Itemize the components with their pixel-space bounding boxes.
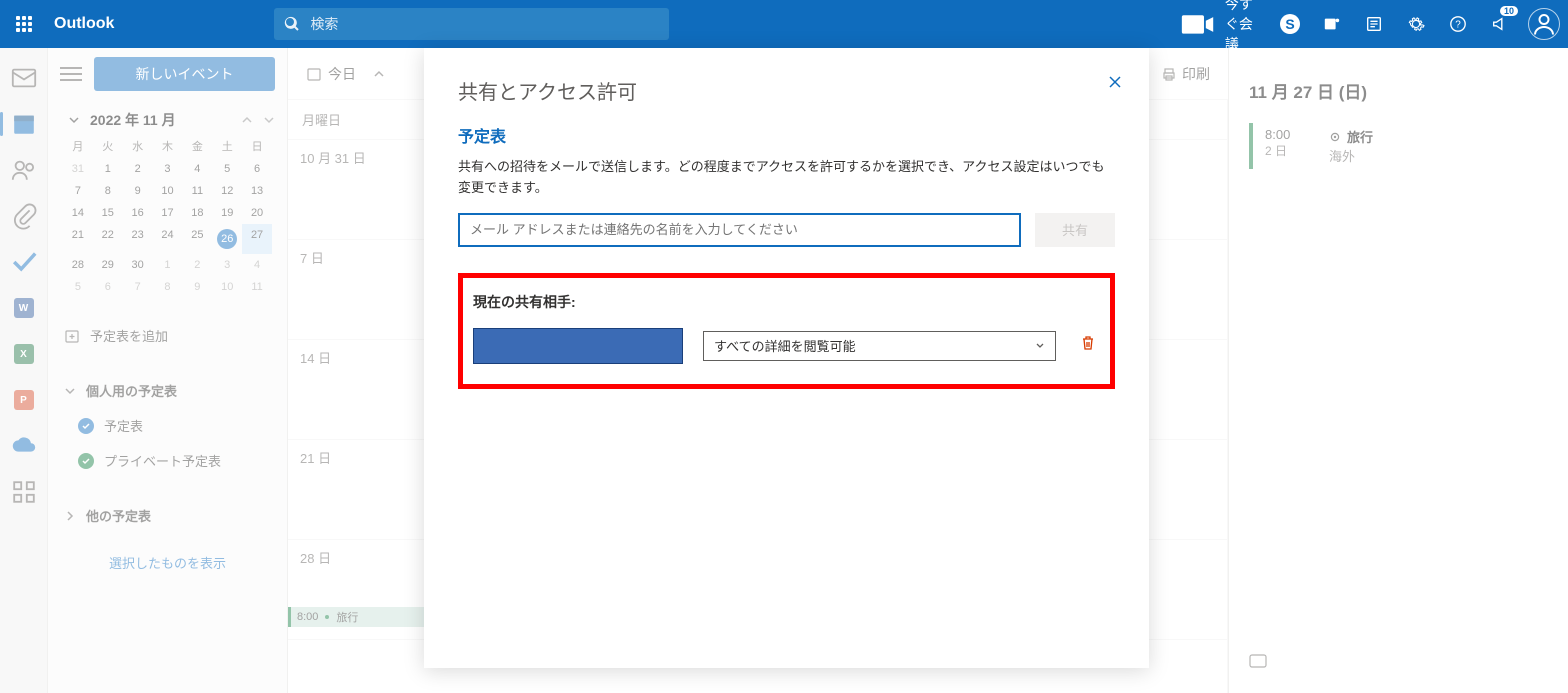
app-header: Outlook 今すぐ会議 S ? 10 (0, 0, 1568, 48)
chevron-down-icon (1035, 341, 1045, 351)
search-icon (284, 16, 300, 32)
teams-button[interactable] (1312, 0, 1352, 48)
email-input[interactable] (458, 213, 1021, 247)
svg-text:?: ? (1455, 20, 1461, 31)
share-submit-button[interactable]: 共有 (1035, 213, 1115, 247)
dialog-description: 共有への招待をメールで送信します。どの程度までアクセスを許可するかを選択でき、ア… (458, 157, 1115, 199)
share-permissions-dialog: 共有とアクセス許可 予定表 共有への招待をメールで送信します。どの程度までアクセ… (424, 48, 1149, 668)
megaphone-icon (1491, 15, 1509, 33)
search-box[interactable] (274, 8, 669, 40)
meet-now-label: 今すぐ会議 (1225, 0, 1258, 54)
notification-count: 10 (1500, 6, 1518, 16)
dialog-subtitle: 予定表 (458, 123, 1115, 147)
app-launcher-button[interactable] (0, 0, 48, 48)
trash-icon (1080, 335, 1096, 351)
dialog-title: 共有とアクセス許可 (458, 76, 1115, 105)
person-icon (1529, 9, 1559, 39)
meet-now-button[interactable]: 今すぐ会議 (1170, 0, 1268, 54)
gear-icon (1407, 15, 1425, 33)
settings-button[interactable] (1396, 0, 1436, 48)
current-share-label: 現在の共有相手: (473, 292, 1100, 312)
skype-button[interactable]: S (1270, 0, 1310, 48)
permission-select[interactable]: すべての詳細を閲覧可能 (703, 331, 1056, 361)
notes-icon (1365, 15, 1383, 33)
notes-button[interactable] (1354, 0, 1394, 48)
megaphone-button[interactable]: 10 (1480, 0, 1520, 48)
search-input[interactable] (310, 16, 659, 32)
skype-icon: S (1280, 14, 1300, 34)
account-avatar[interactable] (1528, 8, 1560, 40)
help-icon: ? (1449, 15, 1467, 33)
remove-share-button[interactable] (1076, 331, 1100, 360)
highlighted-region: 現在の共有相手: すべての詳細を閲覧可能 (458, 273, 1115, 389)
help-button[interactable]: ? (1438, 0, 1478, 48)
shared-user-chip[interactable] (473, 328, 683, 364)
video-icon (1180, 6, 1217, 43)
close-icon (1107, 74, 1123, 90)
close-button[interactable] (1107, 74, 1123, 95)
brand-label: Outlook (54, 15, 114, 33)
teams-icon (1323, 15, 1341, 33)
